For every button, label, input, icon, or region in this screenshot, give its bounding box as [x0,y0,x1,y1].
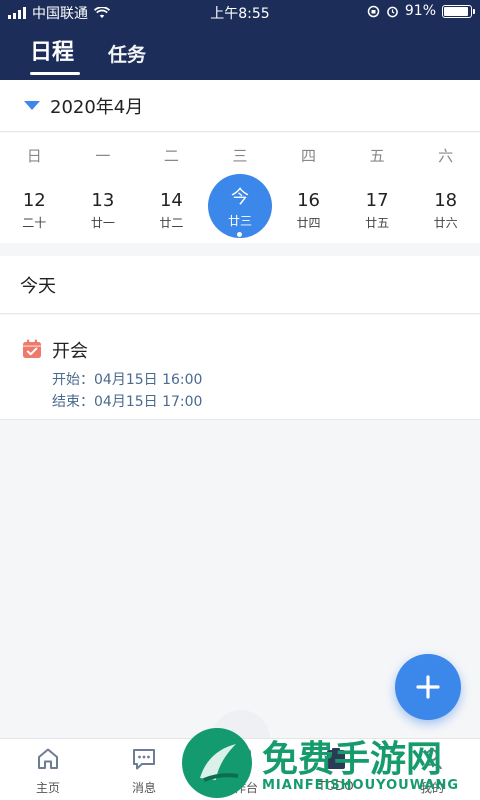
lunar-date: 廿五 [365,215,390,230]
nav-item-home[interactable]: 主页 [0,739,96,800]
nav-label: 消息 [131,781,156,795]
nav-item-messages[interactable]: 消息 [96,739,192,800]
plus-icon [416,675,440,699]
lunar-date: 二十 [22,215,47,230]
day-number: 14 [159,189,183,211]
battery-percent: 91% [404,3,436,19]
calendar-day[interactable]: 18 廿六 [411,177,480,243]
day-number: 18 [434,189,458,211]
add-event-button[interactable] [395,654,461,720]
event-end-time: 结束：04月15日 17:00 [52,394,203,410]
date-row: 12 二十 13 廿一 14 廿二 今 廿三 16 廿四 17 廿五 18 廿六 [0,174,480,243]
home-icon [38,748,58,769]
lunar-date: 廿一 [90,215,115,230]
tab-tasks[interactable]: 任务 [108,40,146,67]
top-header: 日程 任务 [0,24,480,80]
day-number: 17 [365,189,389,211]
weekday-label: 四 [301,146,317,165]
calendar-day[interactable]: 14 廿二 [137,177,206,243]
calendar-day[interactable]: 13 廿一 [69,177,138,243]
weekday-label: 五 [369,146,385,165]
weekday-label: 一 [95,146,111,165]
weekday-label: 六 [438,146,454,165]
message-icon [133,749,155,770]
month-label: 2020年4月 [50,96,144,118]
lunar-date: 廿四 [296,215,321,230]
calendar-day-today[interactable]: 今 廿三 [206,174,275,243]
weekday-label: 日 [26,146,42,165]
week-calendar: 日 一 二 三 四 五 六 12 二十 13 廿一 14 廿二 今 廿三 16 … [0,133,480,243]
weekday-header: 日 一 二 三 四 五 六 [0,133,480,177]
day-number: 今 [230,187,249,208]
today-label: 今天 [20,275,56,297]
weekday-label: 二 [163,146,179,165]
status-bar: 中国联通 上午8:55 91% [0,0,480,24]
today-section-header: 今天 [0,256,480,314]
watermark-subtitle: MIANFEISHOUYOUWANG [262,778,460,793]
watermark-title: 免费手游网 [262,739,443,780]
nav-label: 主页 [35,781,60,795]
calendar-day[interactable]: 12 二十 [0,177,69,243]
weekday-label: 三 [232,146,248,165]
calendar-day[interactable]: 16 廿四 [274,177,343,243]
battery-icon [442,4,475,18]
active-tab-indicator [30,72,80,75]
lunar-date: 廿六 [433,215,458,230]
orientation-lock-icon [367,5,380,17]
lunar-date: 廿二 [159,215,184,230]
tab-schedule[interactable]: 日程 [30,34,74,66]
event-start-time: 开始：04月15日 16:00 [52,372,203,388]
day-number: 12 [22,189,46,211]
event-title: 开会 [52,341,88,362]
month-selector[interactable]: 2020年4月 [0,80,480,132]
calendar-check-icon [23,339,41,358]
day-number: 13 [91,189,115,211]
watermark-logo-icon [182,728,252,798]
calendar-day[interactable]: 17 廿五 [343,177,412,243]
alarm-icon [387,6,398,17]
event-item[interactable]: 开会 开始：04月15日 16:00 结束：04月15日 17:00 [0,315,480,420]
triangle-down-icon [24,101,40,110]
day-number: 16 [297,189,320,211]
lunar-date: 廿三 [227,214,252,228]
